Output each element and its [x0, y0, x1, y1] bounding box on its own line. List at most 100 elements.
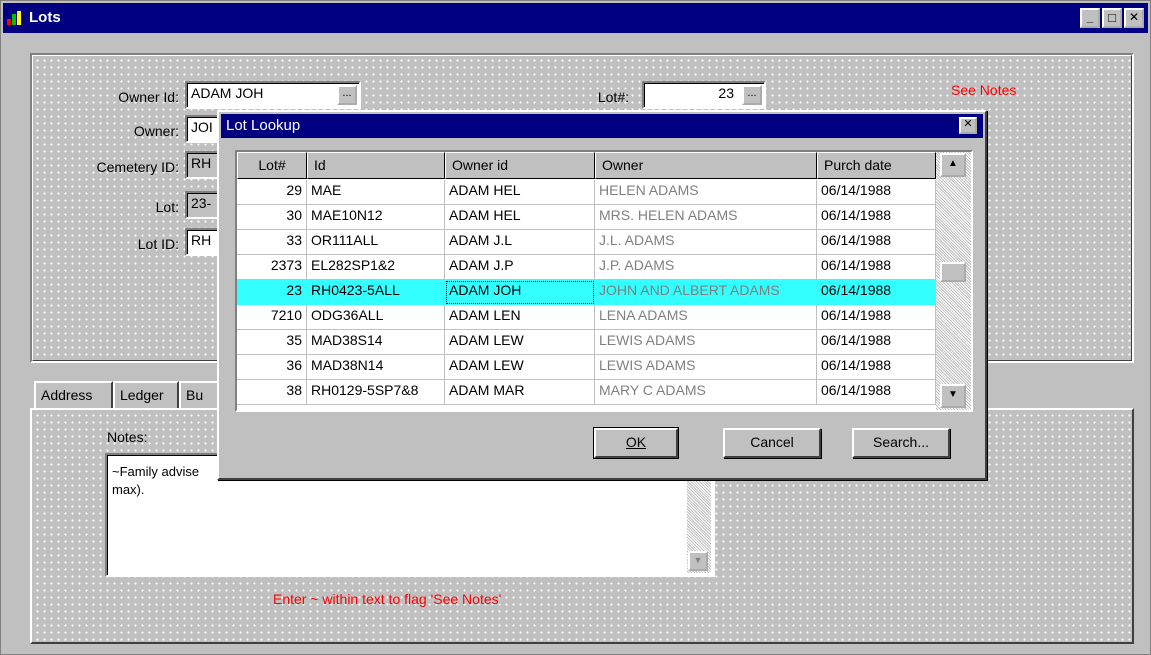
cell-lot[interactable]: 35: [237, 330, 307, 355]
owner-label: Owner:: [133, 123, 179, 139]
notes-line-2: max).: [112, 482, 145, 497]
cell-owner[interactable]: LEWIS ADAMS: [595, 355, 817, 380]
notes-scroll-down-button[interactable]: ▼: [688, 551, 708, 571]
lot-number-label: Lot#:: [597, 89, 629, 105]
cell-lot[interactable]: 23: [237, 280, 307, 305]
owner-id-browse-button[interactable]: ...: [337, 85, 357, 105]
scroll-down-button[interactable]: ▼: [940, 384, 966, 408]
table-row[interactable]: 35 MAD38S14 ADAM LEW LEWIS ADAMS 06/14/1988: [237, 330, 936, 355]
cell-owner[interactable]: MRS. HELEN ADAMS: [595, 205, 817, 230]
notes-label: Notes:: [107, 429, 148, 445]
notes-hint: Enter ~ within text to flag 'See Notes': [273, 591, 502, 607]
cemetery-id-value: RH: [191, 155, 212, 171]
tab-address[interactable]: Address: [34, 381, 113, 409]
table-row[interactable]: 38 RH0129-5SP7&8 ADAM MAR MARY C ADAMS 06/14…: [237, 380, 936, 405]
cancel-button[interactable]: Cancel: [723, 428, 821, 458]
table-row[interactable]: 2373 EL282SP1&2 ADAM J.P J.P. ADAMS 06/14/19…: [237, 255, 936, 280]
search-label: Search...: [872, 434, 930, 450]
column-header-id[interactable]: Id: [307, 152, 445, 179]
cell-owner-id[interactable]: ADAM J.L: [445, 230, 595, 255]
owner-id-field[interactable]: ADAM JOH ...: [185, 81, 361, 109]
cemetery-id-label: Cemetery ID:: [96, 159, 179, 175]
cell-owner-id[interactable]: ADAM LEW: [445, 355, 595, 380]
maximize-button[interactable]: □: [1102, 8, 1122, 28]
cell-owner-id[interactable]: ADAM JOH: [445, 280, 595, 305]
search-button[interactable]: Search...: [852, 428, 950, 458]
cell-owner-id[interactable]: ADAM LEN: [445, 305, 595, 330]
lot-lookup-grid: Lot# Id Owner id Owner Purch date 29 MAE A…: [235, 150, 973, 412]
cell-id[interactable]: MAE: [307, 180, 445, 205]
tab-burials[interactable]: Bu: [179, 381, 219, 409]
lot-number-value: 23: [718, 85, 734, 101]
minimize-button[interactable]: _: [1080, 8, 1100, 28]
cell-purch-date[interactable]: 06/14/1988: [817, 305, 936, 330]
tab-ledger[interactable]: Ledger: [113, 381, 179, 409]
cell-lot[interactable]: 36: [237, 355, 307, 380]
cell-lot[interactable]: 30: [237, 205, 307, 230]
window-titlebar[interactable]: Lots _ □ ✕: [3, 3, 1148, 33]
see-notes-flag: See Notes: [951, 82, 1017, 98]
cell-lot[interactable]: 29: [237, 180, 307, 205]
cell-lot[interactable]: 38: [237, 380, 307, 405]
cell-purch-date[interactable]: 06/14/1988: [817, 205, 936, 230]
lot-number-field[interactable]: 23 ...: [642, 81, 766, 109]
lot-id-label: Lot ID:: [137, 236, 179, 252]
close-button[interactable]: ✕: [1124, 8, 1144, 28]
column-header-purch-date[interactable]: Purch date: [817, 152, 936, 179]
grid-scrollbar[interactable]: ▲ ▼: [936, 152, 971, 410]
cell-id[interactable]: MAE10N12: [307, 205, 445, 230]
table-row[interactable]: 30 MAE10N12 ADAM HEL MRS. HELEN ADAMS 06/14/…: [237, 205, 936, 230]
lot-id-value: RH: [191, 232, 212, 248]
table-row[interactable]: 23 RH0423-5ALL ADAM JOH JOHN AND ALBERT ADA…: [237, 280, 936, 305]
ok-label: OK: [625, 434, 647, 450]
cell-owner[interactable]: LENA ADAMS: [595, 305, 817, 330]
cell-owner-id[interactable]: ADAM HEL: [445, 180, 595, 205]
cell-owner-id[interactable]: ADAM MAR: [445, 380, 595, 405]
cell-id[interactable]: MAD38N14: [307, 355, 445, 380]
lot-value: 23-: [191, 195, 212, 211]
cell-id[interactable]: ODG36ALL: [307, 305, 445, 330]
lot-lookup-dialog: Lot Lookup ✕ Lot# Id Owner id Owner Purc…: [217, 110, 987, 480]
cell-id[interactable]: MAD38S14: [307, 330, 445, 355]
cell-owner[interactable]: MARY C ADAMS: [595, 380, 817, 405]
table-row[interactable]: 29 MAE ADAM HEL HELEN ADAMS 06/14/1988: [237, 180, 936, 205]
cell-id[interactable]: OR111ALL: [307, 230, 445, 255]
table-row[interactable]: 7210 ODG36ALL ADAM LEN LENA ADAMS 06/14/1988: [237, 305, 936, 330]
cell-purch-date[interactable]: 06/14/1988: [817, 355, 936, 380]
cell-owner-id[interactable]: ADAM HEL: [445, 205, 595, 230]
cell-owner[interactable]: J.P. ADAMS: [595, 255, 817, 280]
cell-purch-date[interactable]: 06/14/1988: [817, 330, 936, 355]
cancel-label: Cancel: [750, 434, 794, 450]
cell-owner[interactable]: J.L. ADAMS: [595, 230, 817, 255]
cell-purch-date[interactable]: 06/14/1988: [817, 380, 936, 405]
table-row[interactable]: 36 MAD38N14 ADAM LEW LEWIS ADAMS 06/14/1988: [237, 355, 936, 380]
lot-number-browse-button[interactable]: ...: [742, 85, 762, 105]
column-header-owner[interactable]: Owner: [595, 152, 817, 179]
cell-owner-id[interactable]: ADAM LEW: [445, 330, 595, 355]
notes-line-1: ~Family advise: [112, 464, 200, 479]
cell-purch-date[interactable]: 06/14/1988: [817, 255, 936, 280]
cell-lot[interactable]: 2373: [237, 255, 307, 280]
scroll-up-button[interactable]: ▲: [940, 153, 966, 177]
cell-lot[interactable]: 7210: [237, 305, 307, 330]
column-header-lot[interactable]: Lot#: [237, 152, 307, 179]
column-header-owner-id[interactable]: Owner id: [445, 152, 595, 179]
cell-purch-date[interactable]: 06/14/1988: [817, 280, 936, 305]
cell-owner[interactable]: HELEN ADAMS: [595, 180, 817, 205]
cell-id[interactable]: EL282SP1&2: [307, 255, 445, 280]
cell-owner-id[interactable]: ADAM J.P: [445, 255, 595, 280]
ok-button[interactable]: OK: [593, 427, 679, 459]
cell-owner[interactable]: JOHN AND ALBERT ADAMS: [595, 280, 817, 305]
cell-id[interactable]: RH0129-5SP7&8: [307, 380, 445, 405]
cell-owner[interactable]: LEWIS ADAMS: [595, 330, 817, 355]
owner-id-label: Owner Id:: [118, 89, 179, 105]
cell-lot[interactable]: 33: [237, 230, 307, 255]
cell-purch-date[interactable]: 06/14/1988: [817, 180, 936, 205]
table-row[interactable]: 33 OR111ALL ADAM J.L J.L. ADAMS 06/14/1988: [237, 230, 936, 255]
scroll-thumb[interactable]: [940, 262, 966, 282]
lookup-close-button[interactable]: ✕: [959, 117, 977, 134]
lot-label: Lot:: [155, 199, 179, 215]
lookup-titlebar[interactable]: Lot Lookup ✕: [221, 114, 983, 138]
cell-id[interactable]: RH0423-5ALL: [307, 280, 445, 305]
cell-purch-date[interactable]: 06/14/1988: [817, 230, 936, 255]
